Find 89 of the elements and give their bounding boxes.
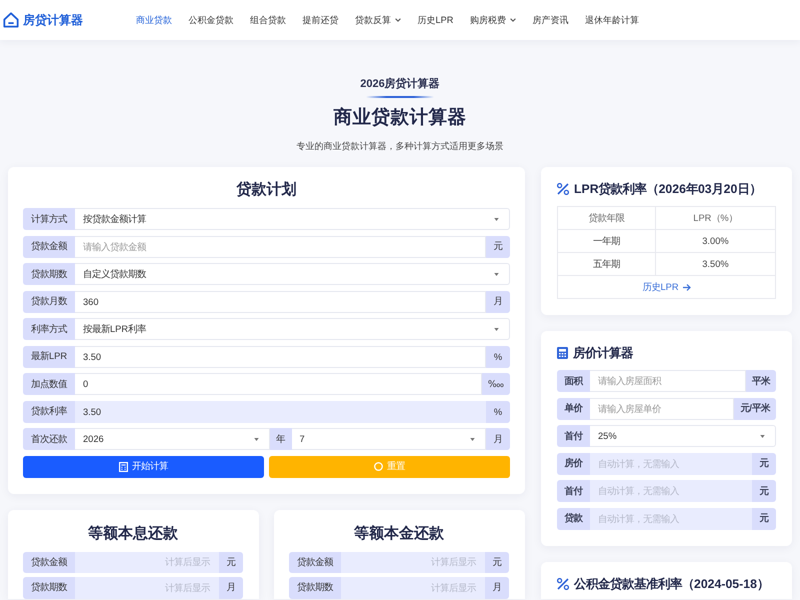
nav-link[interactable]: 贷款反算 <box>355 13 401 27</box>
field-label: 贷款利率 <box>23 400 75 422</box>
unit-label: 年 <box>270 428 292 450</box>
card-title: 贷款计划 <box>236 180 296 200</box>
unit-label: 元 <box>486 236 510 258</box>
card-title: 公积金贷款基准利率（2024-05-18） <box>574 576 769 592</box>
unit-label: 元 <box>485 552 509 573</box>
history-lpr-link[interactable]: 历史LPR <box>642 280 691 294</box>
unit-label: 月 <box>219 577 243 598</box>
select-field[interactable]: 按最新LPR利率 <box>75 318 510 340</box>
field-label: 面积 <box>557 370 590 392</box>
select-field[interactable]: 25% <box>590 425 776 447</box>
field-label: 利率方式 <box>23 318 75 340</box>
unit-label: 月 <box>485 577 509 598</box>
site-logo[interactable]: 房贷计算器 <box>3 12 83 28</box>
table-cell: 一年期 <box>558 230 656 252</box>
unit-label: 元 <box>219 552 243 573</box>
unit-label: 月 <box>486 428 510 450</box>
field-label: 贷款月数 <box>23 290 75 312</box>
caret-icon <box>760 434 765 438</box>
nav-link[interactable]: 购房税费 <box>470 13 516 27</box>
input-field[interactable]: 请输入贷款金额 <box>75 236 486 258</box>
input-field[interactable]: 360 <box>75 290 486 312</box>
select-field[interactable]: 7 <box>292 428 486 450</box>
calculator-icon <box>557 347 568 359</box>
field-label: 首次还款 <box>23 428 75 450</box>
field-label: 首付 <box>557 480 590 502</box>
field-label: 首付 <box>557 425 590 447</box>
house-icon <box>3 12 19 28</box>
nav-link[interactable]: 提前还贷 <box>302 13 338 27</box>
field-label: 贷款期数 <box>23 263 75 285</box>
field-label: 计算方式 <box>23 208 75 230</box>
field-label: 加点数值 <box>23 373 75 395</box>
table-header: LPR（%） <box>655 206 776 230</box>
caret-icon <box>494 272 499 276</box>
nav-link[interactable]: 公积金贷款 <box>188 13 234 27</box>
field-label: 贷款期数 <box>23 577 75 598</box>
card-title: 等额本金还款 <box>354 524 444 544</box>
unit-label: % <box>486 346 510 368</box>
table-cell: 五年期 <box>558 252 656 276</box>
input-field[interactable]: 请输入房屋单价 <box>590 398 734 420</box>
select-field[interactable]: 自定义贷款期数 <box>75 263 510 285</box>
nav-link[interactable]: 房产资讯 <box>532 13 568 27</box>
nav-link[interactable]: 退休年龄计算 <box>584 13 639 27</box>
calculator-icon <box>119 462 128 472</box>
unit-label: 平米 <box>746 370 776 392</box>
page-title: 商业贷款计算器 <box>334 105 466 129</box>
page-subtitle: 专业的商业贷款计算器，多种计算方式适用更多场景 <box>296 140 504 153</box>
input-field[interactable]: 请输入房屋面积 <box>590 370 746 392</box>
table-cell: 3.00% <box>655 230 776 252</box>
nav-link[interactable]: 历史LPR <box>418 13 454 27</box>
table-cell: 3.50% <box>655 252 776 276</box>
field-label: 贷款期数 <box>289 577 341 598</box>
caret-icon <box>494 328 499 330</box>
select-field[interactable]: 2026 <box>75 428 270 450</box>
caret-icon <box>494 218 499 220</box>
calculate-button[interactable]: 开始计算 <box>23 456 264 478</box>
field-label: 贷款金额 <box>23 552 75 573</box>
card-title: 等额本息还款 <box>88 524 178 544</box>
nav-link[interactable]: 组合贷款 <box>250 13 286 27</box>
unit-label: 元/平米 <box>734 398 776 420</box>
unit-label: 元 <box>752 508 776 530</box>
hero-kicker: 2026房贷计算器 <box>360 76 440 92</box>
unit-label: ‱ <box>482 373 510 395</box>
unit-label: % <box>486 400 510 422</box>
percent-icon <box>557 578 569 590</box>
field-label: 最新LPR <box>23 346 75 368</box>
field-label: 单价 <box>557 398 590 420</box>
caret-icon <box>470 438 475 440</box>
circle-icon <box>374 462 383 471</box>
accent-line <box>366 96 434 98</box>
field-label: 贷款金额 <box>23 236 75 258</box>
caret-icon <box>254 438 258 440</box>
field-label: 贷款 <box>557 508 590 530</box>
unit-label: 元 <box>752 480 776 502</box>
unit-label: 元 <box>752 452 776 474</box>
field-label: 贷款金额 <box>289 552 341 573</box>
table-header: 贷款年限 <box>558 206 656 230</box>
percent-icon <box>557 183 569 195</box>
card-title: LPR贷款利率（2026年03月20日） <box>574 181 762 198</box>
card-title: 房价计算器 <box>573 345 633 362</box>
unit-label: 月 <box>486 290 510 312</box>
field-label: 房价 <box>557 452 590 474</box>
input-field[interactable]: 0 <box>75 373 482 395</box>
readonly-field[interactable]: 3.50 <box>75 400 486 422</box>
nav-link[interactable]: 商业贷款 <box>136 13 172 27</box>
input-field[interactable]: 3.50 <box>75 346 486 368</box>
arrow-right-icon <box>682 284 691 290</box>
select-field[interactable]: 按贷款金额计算 <box>75 208 510 230</box>
